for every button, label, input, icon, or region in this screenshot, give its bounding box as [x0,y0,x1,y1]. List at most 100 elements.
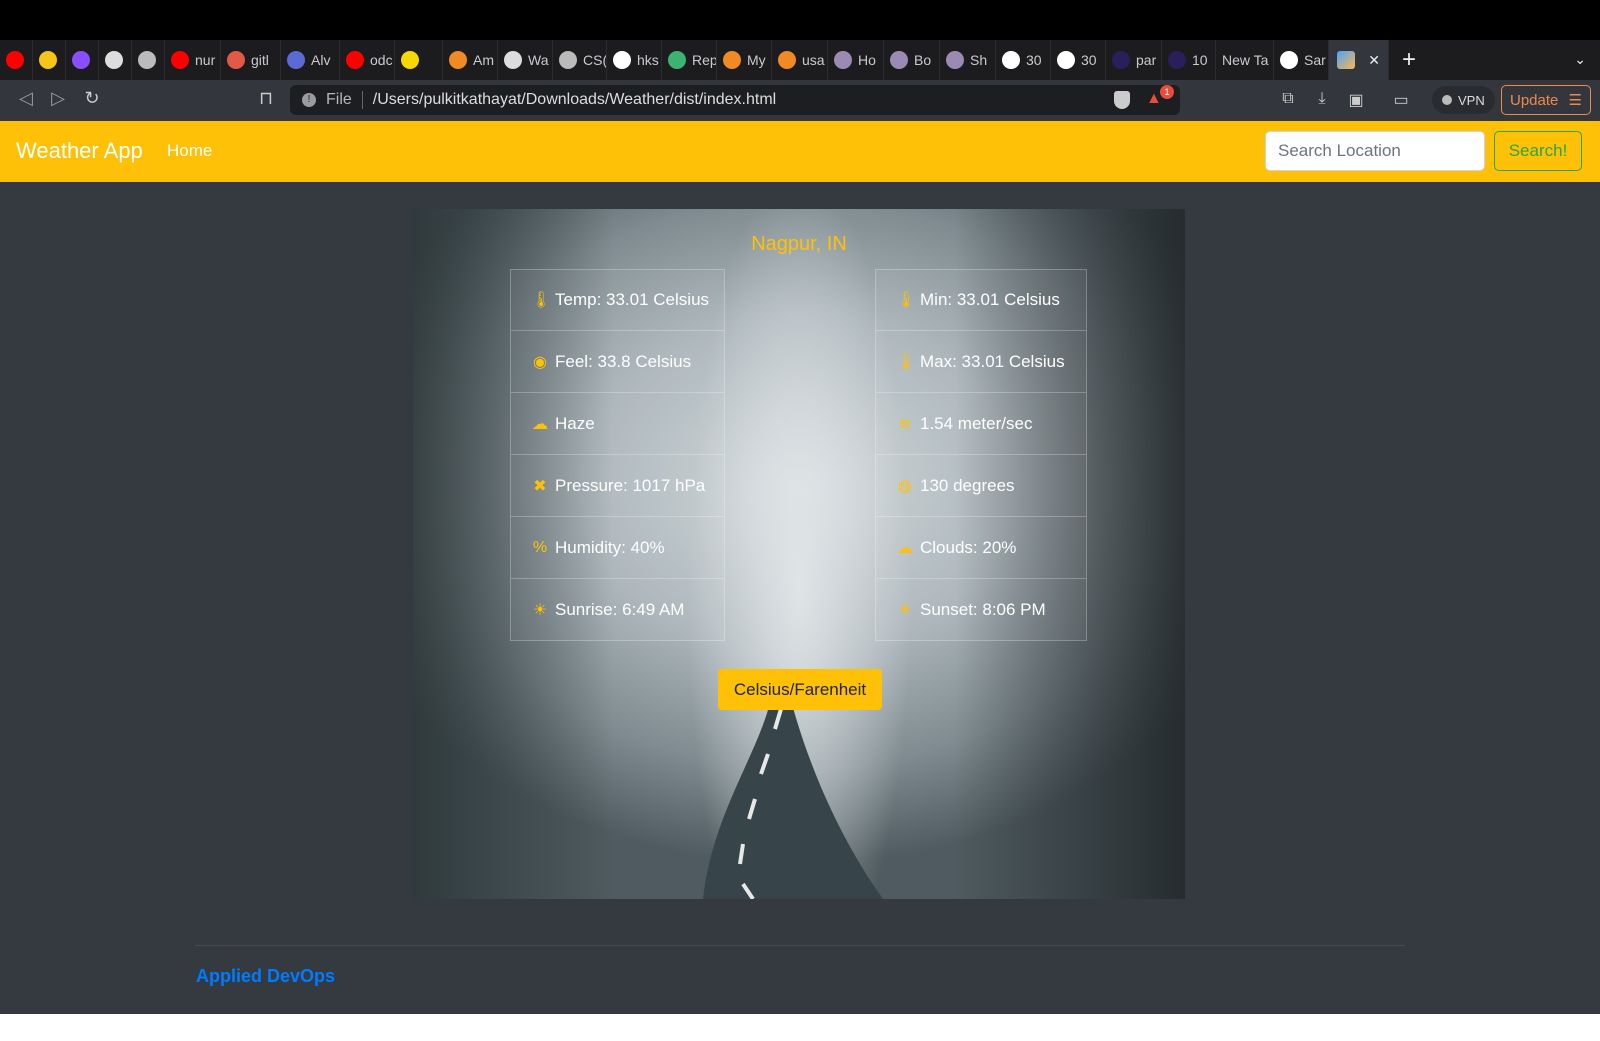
browser-tab[interactable]: 30 [996,40,1051,80]
footer-link[interactable]: Applied DevOps [196,966,335,987]
sidebar-icon[interactable]: ▣ [1345,90,1367,110]
wallet-icon[interactable]: ▭ [1390,90,1412,110]
weather-detail-text: Temp: 33.01 Celsius [555,290,710,309]
browser-tab[interactable] [395,40,443,80]
haze-icon: ☁ [532,415,548,433]
weather-detail-text: Max: 33.01 Celsius [920,351,1065,371]
site-info-icon[interactable]: ! [302,93,316,107]
search-button[interactable]: Search! [1494,131,1582,171]
tab-favicon-icon [1002,51,1020,69]
browser-tab[interactable]: Am [443,40,498,80]
browser-tab[interactable] [99,40,132,80]
unit-toggle-button[interactable]: Celsius/Farenheit [718,669,882,710]
browser-tab[interactable]: Sar [1274,40,1329,80]
sunrise-icon: ☀ [532,601,548,619]
tab-label: New Ta [1222,52,1269,68]
tab-label: hks [637,52,659,68]
app-navbar: Weather App Home Search! [0,121,1600,182]
browser-tab[interactable]: par [1106,40,1162,80]
tab-favicon-icon [171,51,189,69]
tab-label: gitl [251,52,269,68]
app-brand[interactable]: Weather App [16,138,143,164]
browser-tab[interactable]: 30 [1051,40,1106,80]
weather-card: Nagpur, IN 🌡 Temp: 33.01 Celsius ◉ Feel: 33… [413,209,1185,899]
tab-favicon-icon [834,51,852,69]
tab-label: Am [473,52,494,68]
download-icon[interactable]: ⤓ [1311,90,1333,108]
tab-favicon-icon [1168,51,1186,69]
browser-tab[interactable]: Rep [662,40,717,80]
weather-detail-text: 130 degrees [920,475,1015,495]
tab-favicon-icon [1280,51,1298,69]
address-bar[interactable]: ! File /Users/pulkitkathayat/Downloads/W… [290,85,1180,115]
browser-tab[interactable] [0,40,33,80]
weather-detail-item: ☀ Sunset: 8:06 PM [875,579,1087,641]
search-location-input[interactable] [1265,131,1485,171]
tab-favicon-icon [138,51,156,69]
weather-detail-item: ◉ Feel: 33.8 Celsius [510,331,725,393]
wind-icon: ≋ [898,415,912,433]
browser-tab[interactable]: gitl [221,40,281,80]
browser-tab[interactable] [132,40,165,80]
tab-favicon-icon [504,51,522,69]
extensions-icon[interactable]: ⧉ [1277,90,1299,108]
tab-label: CS( [583,52,607,68]
browser-tab[interactable]: usa [772,40,828,80]
brave-shield-icon[interactable] [1114,91,1130,109]
web-page: Weather App Home Search! Nagpur, IN 🌡Tem… [0,121,1600,1014]
tab-label: Wa [528,52,549,68]
tab-label: Rep [692,52,717,68]
browser-tab[interactable]: My [717,40,772,80]
weather-detail-text: Min: 33.01 Celsius [920,290,1060,309]
browser-tab[interactable]: New Ta [1216,40,1274,80]
tab-label: Alv [311,52,331,68]
browser-tab[interactable]: Ho [828,40,884,80]
close-tab-icon[interactable]: ✕ [1368,52,1380,69]
browser-tab[interactable]: Bo [884,40,940,80]
tab-label: 30 [1081,52,1097,68]
tab-label: My [747,52,766,68]
notification-badge: 1 [1160,85,1174,99]
weather-detail-item: ☀ Sunrise: 6:49 AM [510,579,725,641]
back-icon[interactable]: ◁ [14,88,38,109]
weather-detail-item: ≋ 1.54 meter/sec [875,393,1087,455]
weather-detail-text: Haze [555,413,595,433]
tab-favicon-icon [613,51,631,69]
browser-tab[interactable]: odc [340,40,395,80]
browser-tab[interactable]: hks [607,40,662,80]
tab-favicon-icon [890,51,908,69]
tab-label: Sh [970,52,988,68]
nav-home-link[interactable]: Home [167,141,212,161]
tab-favicon-icon [72,51,90,69]
vpn-button[interactable]: VPN [1432,86,1495,114]
city-name: Nagpur, IN [751,233,847,255]
clouds-icon: ☁ [897,539,913,557]
feel-icon: ◉ [533,353,547,371]
browser-tab[interactable] [66,40,99,80]
reload-icon[interactable]: ↻ [80,88,104,109]
thermometer-icon: 🌡 [531,292,552,309]
max-temp-icon: 🌡 [896,353,917,371]
browser-tab[interactable] [33,40,66,80]
weather-detail-text: Humidity: 40% [555,537,665,557]
weather-detail-item: ☁ Haze [510,393,725,455]
browser-tab-strip: nur gitl Alv odc Am Wa CS( hks Rep My usa Ho Bo Sh 30 3… [0,40,1600,80]
update-button[interactable]: Update ☰ [1501,85,1591,115]
weather-detail-text: Clouds: 20% [920,537,1017,557]
browser-tab-active[interactable]: ✕ [1329,40,1389,80]
tab-label: par [1136,52,1157,68]
new-tab-icon[interactable]: + [1389,40,1429,80]
bookmark-icon[interactable]: ⊓ [254,88,278,109]
forward-icon[interactable]: ▷ [46,88,70,109]
footer-divider [195,945,1405,946]
tab-list-menu-icon[interactable]: ⌄ [1574,51,1586,68]
browser-tab[interactable]: Sh [940,40,996,80]
url-text[interactable]: /Users/pulkitkathayat/Downloads/Weather/… [373,91,776,109]
browser-tab[interactable]: CS( [553,40,607,80]
browser-tab[interactable]: Wa [498,40,553,80]
tab-favicon-icon [287,51,305,69]
screen-bottom-edge [0,1014,1600,1041]
browser-tab[interactable]: nur [165,40,221,80]
browser-tab[interactable]: 10 [1162,40,1216,80]
browser-tab[interactable]: Alv [281,40,340,80]
